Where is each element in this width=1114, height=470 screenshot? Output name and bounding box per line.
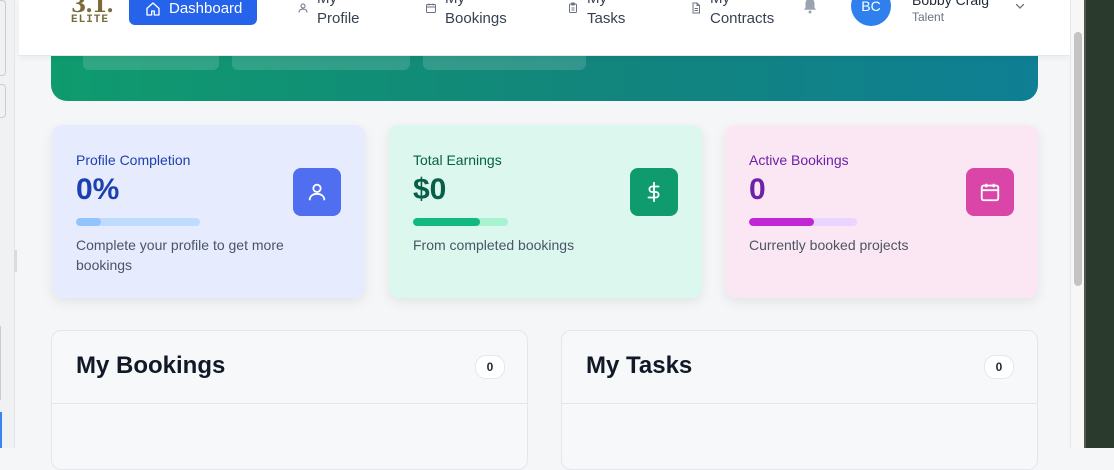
user-icon [308, 183, 326, 201]
panel-divider [562, 403, 1037, 404]
nav-my-tasks-line2: Tasks [587, 10, 626, 27]
progress-bar [749, 218, 857, 226]
nav-my-tasks[interactable]: MyTasks [567, 0, 625, 29]
stat-description: Currently booked projects [749, 237, 909, 253]
page-scrollbar[interactable] [1070, 0, 1085, 448]
top-navigation-bar: 3.1. ELITE Dashboard MyProfile MyBooking… [19, 0, 1070, 56]
user-avatar[interactable]: BC [851, 0, 891, 26]
stat-label: Active Bookings [749, 152, 849, 168]
user-role: Talent [912, 10, 945, 24]
nav-my-contracts[interactable]: MyContracts [690, 0, 774, 29]
stat-value: $0 [413, 173, 447, 206]
progress-fill [413, 218, 480, 226]
count-badge: 0 [984, 355, 1014, 379]
progress-bar [413, 218, 508, 226]
browser-left-gutter [0, 0, 17, 448]
stat-label: Profile Completion [76, 152, 191, 168]
progress-fill [749, 218, 814, 226]
stat-icon-box [293, 168, 341, 216]
gutter-line [0, 326, 1, 400]
stat-label: Total Earnings [413, 152, 502, 168]
stat-card-total-earnings: Total Earnings $0 From completed booking… [389, 125, 702, 298]
stat-description: Complete your profile to get more bookin… [76, 237, 284, 273]
gutter-handle [14, 250, 17, 272]
nav-my-bookings-line1: My [445, 0, 507, 9]
nav-my-profile-line1: My [317, 0, 360, 9]
gutter-tab [0, 0, 6, 76]
stat-value: 0 [749, 173, 766, 206]
dashboard-nav-label: Dashboard [169, 0, 243, 17]
calendar-icon [426, 3, 436, 13]
clipboard-icon [569, 2, 577, 13]
dashboard-nav-button[interactable]: Dashboard [129, 0, 257, 25]
nav-my-profile[interactable]: MyProfile [297, 0, 360, 29]
progress-fill [76, 218, 101, 226]
nav-my-bookings[interactable]: MyBookings [425, 0, 507, 29]
gutter-active-indicator [0, 412, 2, 448]
home-icon [146, 1, 160, 16]
gutter-tab [0, 84, 6, 118]
avatar-initials: BC [861, 0, 881, 14]
nav-my-tasks-line1: My [587, 0, 625, 9]
stat-icon-box [630, 168, 678, 216]
bell-icon[interactable] [801, 0, 819, 16]
stat-value: 0% [76, 173, 120, 206]
count-badge: 0 [475, 355, 505, 379]
document-icon [692, 2, 700, 14]
stat-card-profile-completion: Profile Completion 0% Complete your prof… [52, 125, 365, 298]
user-name[interactable]: Bobby Craig [912, 0, 989, 8]
user-icon [298, 3, 308, 13]
brand-logo[interactable]: 3.1. ELITE [71, 0, 117, 30]
nav-my-bookings-line2: Bookings [445, 10, 507, 27]
progress-bar [76, 218, 200, 226]
nav-my-contracts-line2: Contracts [710, 10, 775, 27]
panel-title: My Bookings [76, 352, 226, 379]
scrollbar-thumb[interactable] [1074, 32, 1082, 286]
dollar-icon [647, 181, 660, 203]
my-bookings-panel: My Bookings 0 [51, 330, 528, 470]
stat-icon-box [966, 168, 1014, 216]
panel-divider [52, 403, 527, 404]
panel-title: My Tasks [586, 352, 693, 379]
calendar-icon [980, 183, 1000, 202]
desktop-background-edge [1084, 0, 1114, 448]
my-tasks-panel: My Tasks 0 [561, 330, 1038, 470]
chevron-down-icon[interactable] [1014, 0, 1026, 12]
stat-description: From completed bookings [413, 237, 575, 253]
nav-my-contracts-line1: My [710, 0, 774, 9]
nav-my-profile-line2: Profile [317, 10, 360, 27]
stat-card-active-bookings: Active Bookings 0 Currently booked proje… [725, 125, 1038, 298]
